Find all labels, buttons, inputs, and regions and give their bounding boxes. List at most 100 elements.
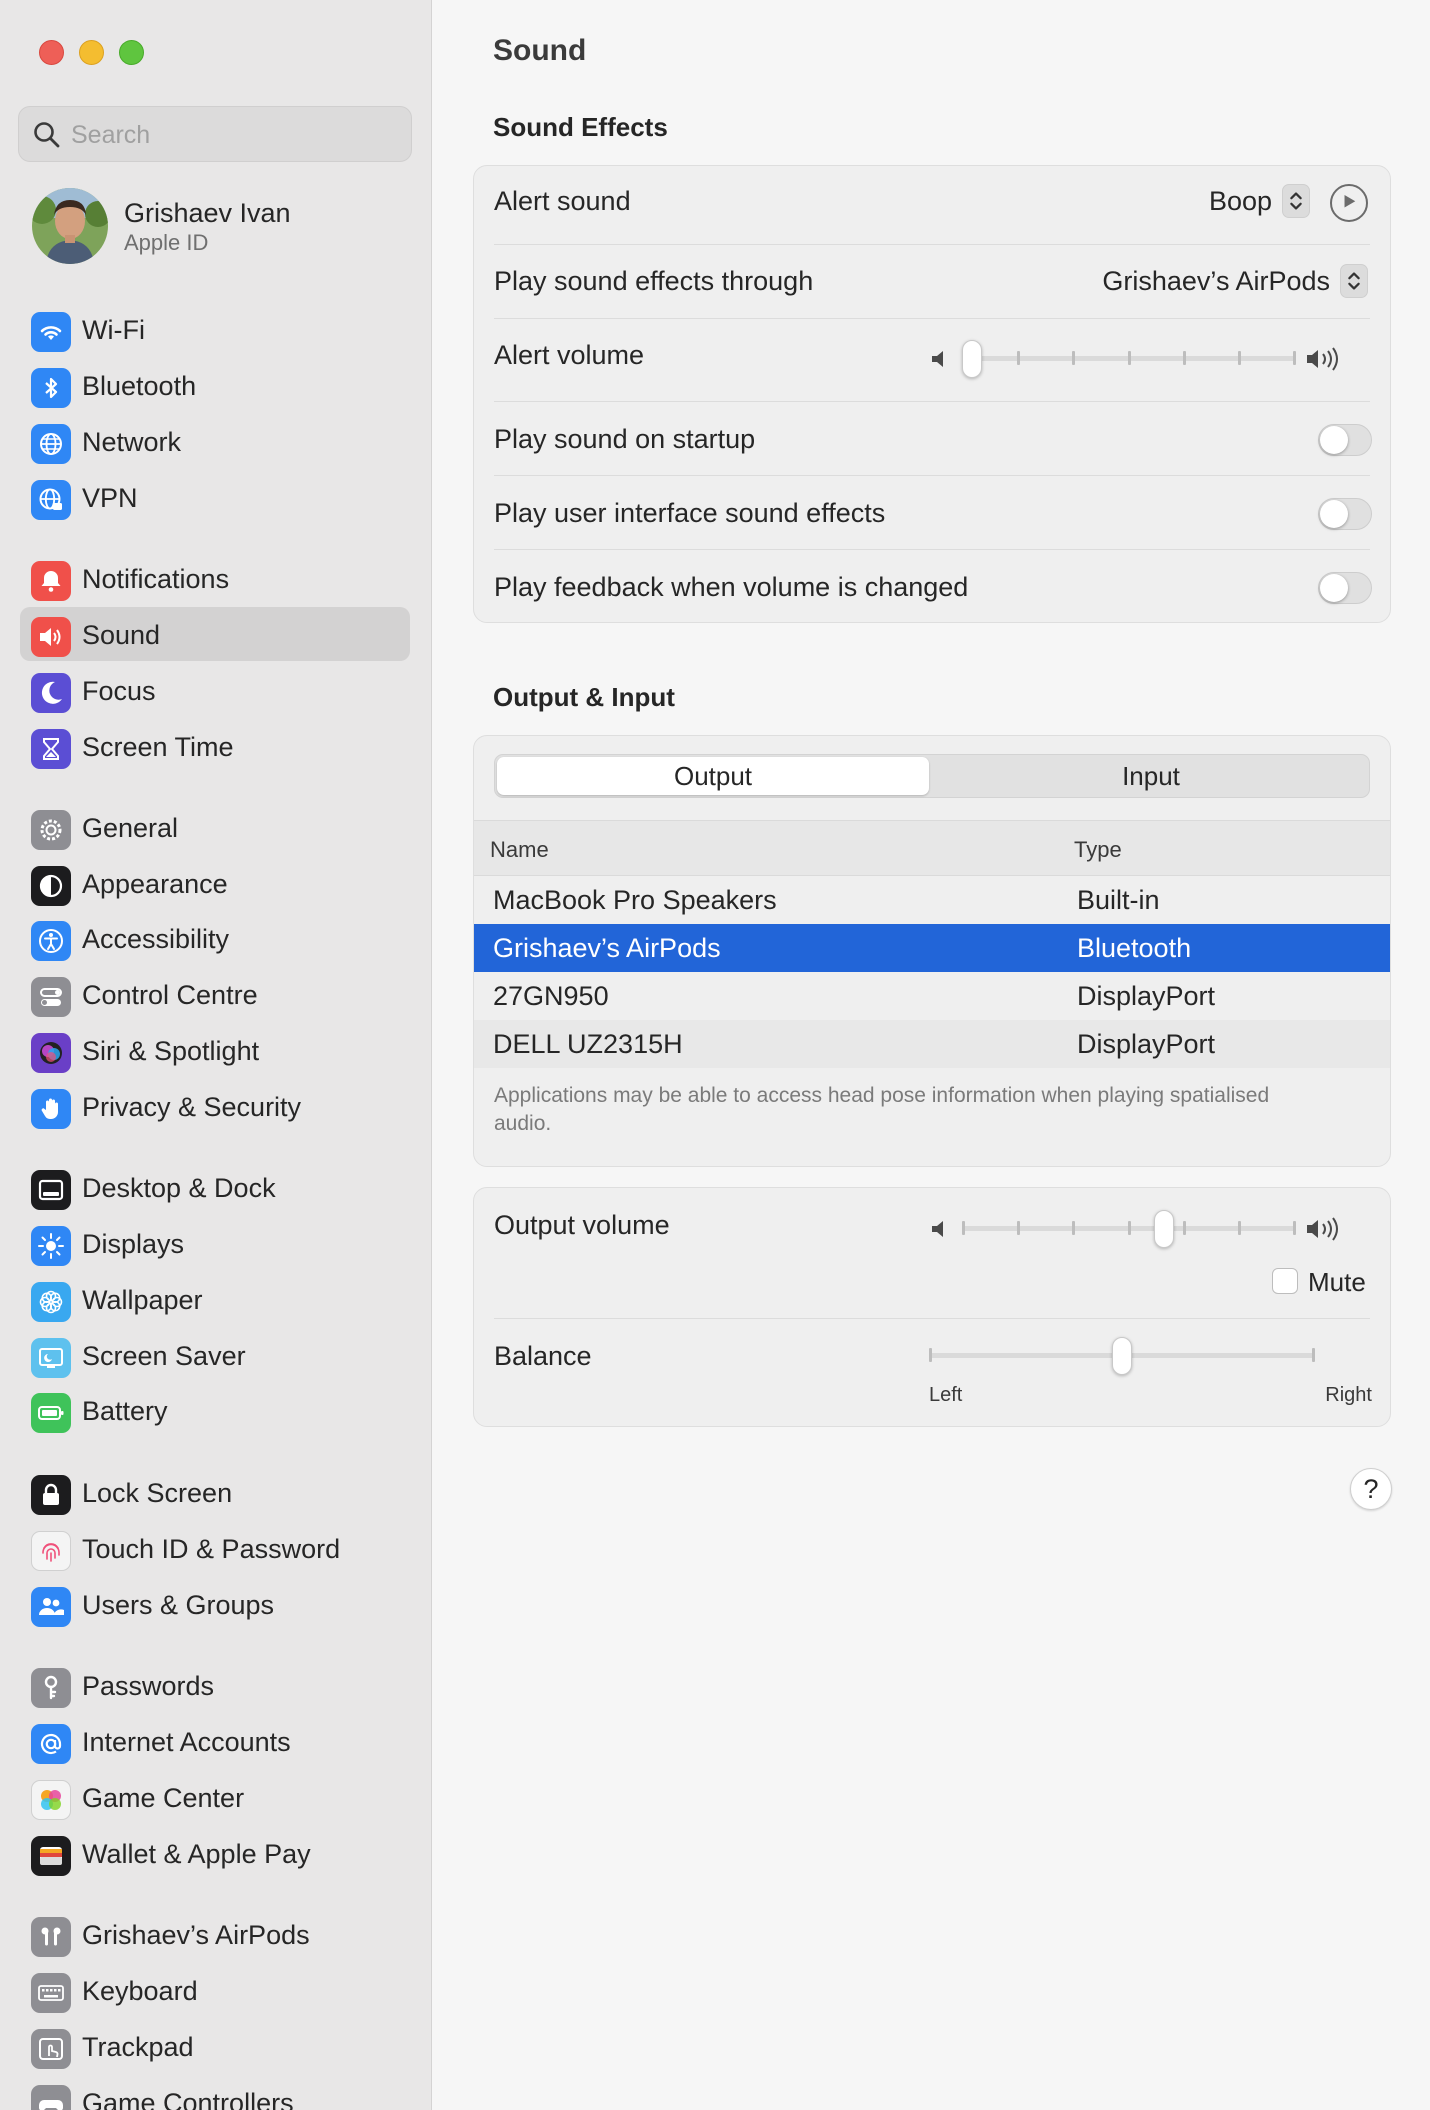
- sidebar-item-game-controllers[interactable]: Game Controllers: [20, 2075, 410, 2110]
- mute-checkbox[interactable]: [1272, 1268, 1298, 1294]
- sidebar-item-passwords[interactable]: Passwords: [20, 1658, 410, 1712]
- output-input-card: Output Input Name Type MacBook Pro Speak…: [473, 735, 1391, 1167]
- balance-left-label: Left: [929, 1384, 963, 1406]
- output-input-segmented-control: Output Input: [494, 754, 1370, 798]
- ui-sound-effects-toggle[interactable]: [1318, 498, 1372, 530]
- slider-tick: [1072, 351, 1076, 365]
- column-header-name[interactable]: Name: [490, 837, 549, 863]
- slider-thumb[interactable]: [1112, 1337, 1132, 1375]
- sidebar-item-screen-saver[interactable]: Screen Saver: [20, 1328, 410, 1382]
- sidebar-item-bluetooth[interactable]: Bluetooth: [20, 358, 410, 412]
- device-type: DisplayPort: [1077, 981, 1216, 1011]
- tab-output[interactable]: Output: [497, 757, 929, 795]
- alert-sound-popup[interactable]: Boop: [1209, 186, 1272, 217]
- slider-thumb[interactable]: [962, 340, 982, 378]
- lock-icon: [31, 1475, 71, 1515]
- sidebar-item-keyboard[interactable]: Keyboard: [20, 1963, 410, 2017]
- sidebar-item-lock-screen[interactable]: Lock Screen: [20, 1465, 410, 1519]
- device-name: DELL UZ2315H: [493, 1029, 683, 1059]
- sidebar-item-game-center[interactable]: Game Center: [20, 1770, 410, 1824]
- sidebar-item-internet-accounts[interactable]: Internet Accounts: [20, 1714, 410, 1768]
- tab-input[interactable]: Input: [935, 757, 1367, 795]
- fingerprint-icon: [31, 1531, 71, 1571]
- slider-tick: [1072, 1221, 1076, 1235]
- control-centre-icon: [31, 977, 71, 1017]
- sidebar-item-label: Lock Screen: [82, 1478, 233, 1508]
- ui-sound-effects-label: Play user interface sound effects: [494, 498, 886, 528]
- alert-sound-stepper[interactable]: [1282, 184, 1310, 218]
- sidebar-item-battery[interactable]: Battery: [20, 1383, 410, 1437]
- sidebar-item-label: Touch ID & Password: [82, 1534, 341, 1564]
- sidebar-item-wallet-apple-pay[interactable]: Wallet & Apple Pay: [20, 1826, 410, 1880]
- wallet-icon: [31, 1836, 71, 1876]
- sidebar-item-control-centre[interactable]: Control Centre: [20, 967, 410, 1021]
- startup-sound-toggle[interactable]: [1318, 424, 1372, 456]
- sidebar-item-accessibility[interactable]: Accessibility: [20, 911, 410, 965]
- sidebar-item-desktop-dock[interactable]: Desktop & Dock: [20, 1160, 410, 1214]
- sidebar-item-label: General: [82, 813, 179, 843]
- slider-thumb[interactable]: [1153, 1210, 1174, 1248]
- avatar: [32, 188, 108, 264]
- search-icon: [34, 122, 60, 148]
- table-row[interactable]: Grishaev’s AirPods Bluetooth: [474, 924, 1390, 972]
- zoom-window-button[interactable]: [119, 40, 144, 65]
- divider: [494, 1318, 1370, 1319]
- search-field[interactable]: [18, 106, 412, 162]
- screensaver-icon: [31, 1338, 71, 1378]
- apple-id-profile[interactable]: Grishaev Ivan Apple ID: [30, 186, 410, 266]
- flower-icon: [31, 1282, 71, 1322]
- speaker-low-icon: [932, 1221, 943, 1237]
- help-button[interactable]: ?: [1350, 1468, 1392, 1510]
- sidebar-item-touch-id-password[interactable]: Touch ID & Password: [20, 1521, 410, 1575]
- sidebar-item-privacy-security[interactable]: Privacy & Security: [20, 1079, 410, 1133]
- toggle-knob: [1320, 426, 1348, 454]
- sidebar-item-network[interactable]: Network: [20, 414, 410, 468]
- balance-slider[interactable]: [929, 1336, 1315, 1376]
- play-through-popup[interactable]: Grishaev’s AirPods: [1102, 266, 1330, 297]
- sidebar-item-wi-fi[interactable]: Wi-Fi: [20, 302, 410, 356]
- sidebar-item-users-groups[interactable]: Users & Groups: [20, 1577, 410, 1631]
- page-title: Sound: [493, 34, 587, 67]
- sidebar-item-wallpaper[interactable]: Wallpaper: [20, 1272, 410, 1326]
- sound-effects-heading: Sound Effects: [493, 112, 668, 142]
- alert-volume-slider[interactable]: [962, 339, 1296, 379]
- balance-right-label: Right: [1325, 1384, 1372, 1406]
- table-row[interactable]: MacBook Pro Speakers Built-in: [474, 876, 1390, 924]
- sidebar-item-displays[interactable]: Displays: [20, 1216, 410, 1270]
- output-volume-slider[interactable]: [962, 1209, 1296, 1249]
- play-through-stepper[interactable]: [1340, 264, 1368, 298]
- sidebar-item-screen-time[interactable]: Screen Time: [20, 719, 410, 773]
- sidebar-item-notifications[interactable]: Notifications: [20, 551, 410, 605]
- toggle-knob: [1320, 500, 1348, 528]
- table-row[interactable]: DELL UZ2315H DisplayPort: [474, 1020, 1390, 1068]
- sidebar-item-trackpad[interactable]: Trackpad: [20, 2019, 410, 2073]
- slider-tick: [929, 1348, 932, 1362]
- table-header: Name Type: [474, 820, 1390, 876]
- table-row[interactable]: 27GN950 DisplayPort: [474, 972, 1390, 1020]
- minimize-window-button[interactable]: [79, 40, 104, 65]
- close-window-button[interactable]: [39, 40, 64, 65]
- volume-feedback-label: Play feedback when volume is changed: [494, 572, 969, 602]
- divider: [494, 475, 1370, 476]
- alert-sound-label: Alert sound: [494, 186, 631, 216]
- sidebar-item-focus[interactable]: Focus: [20, 663, 410, 717]
- sidebar-item-grishaev-s-airpods[interactable]: Grishaev’s AirPods: [20, 1907, 410, 1961]
- trackpad-icon: [31, 2029, 71, 2069]
- balance-label: Balance: [494, 1341, 592, 1371]
- sidebar-item-label: Passwords: [82, 1671, 215, 1701]
- sidebar-item-label: Wi-Fi: [82, 315, 145, 345]
- sidebar-item-general[interactable]: General: [20, 800, 410, 854]
- play-alert-button[interactable]: [1330, 184, 1368, 222]
- sidebar-item-vpn[interactable]: VPN: [20, 470, 410, 524]
- sidebar-item-sound[interactable]: Sound: [20, 607, 410, 661]
- search-input[interactable]: [71, 113, 391, 157]
- slider-tick: [1293, 1221, 1296, 1235]
- column-header-type[interactable]: Type: [1074, 837, 1122, 863]
- sidebar-item-label: Keyboard: [82, 1976, 198, 2006]
- sidebar-item-appearance[interactable]: Appearance: [20, 856, 410, 910]
- speaker-low-icon: [932, 351, 943, 367]
- volume-feedback-toggle[interactable]: [1318, 572, 1372, 604]
- sidebar-item-siri-spotlight[interactable]: Siri & Spotlight: [20, 1023, 410, 1077]
- sidebar-item-label: Screen Time: [82, 732, 234, 762]
- chevron-up-down-icon: [1290, 192, 1302, 210]
